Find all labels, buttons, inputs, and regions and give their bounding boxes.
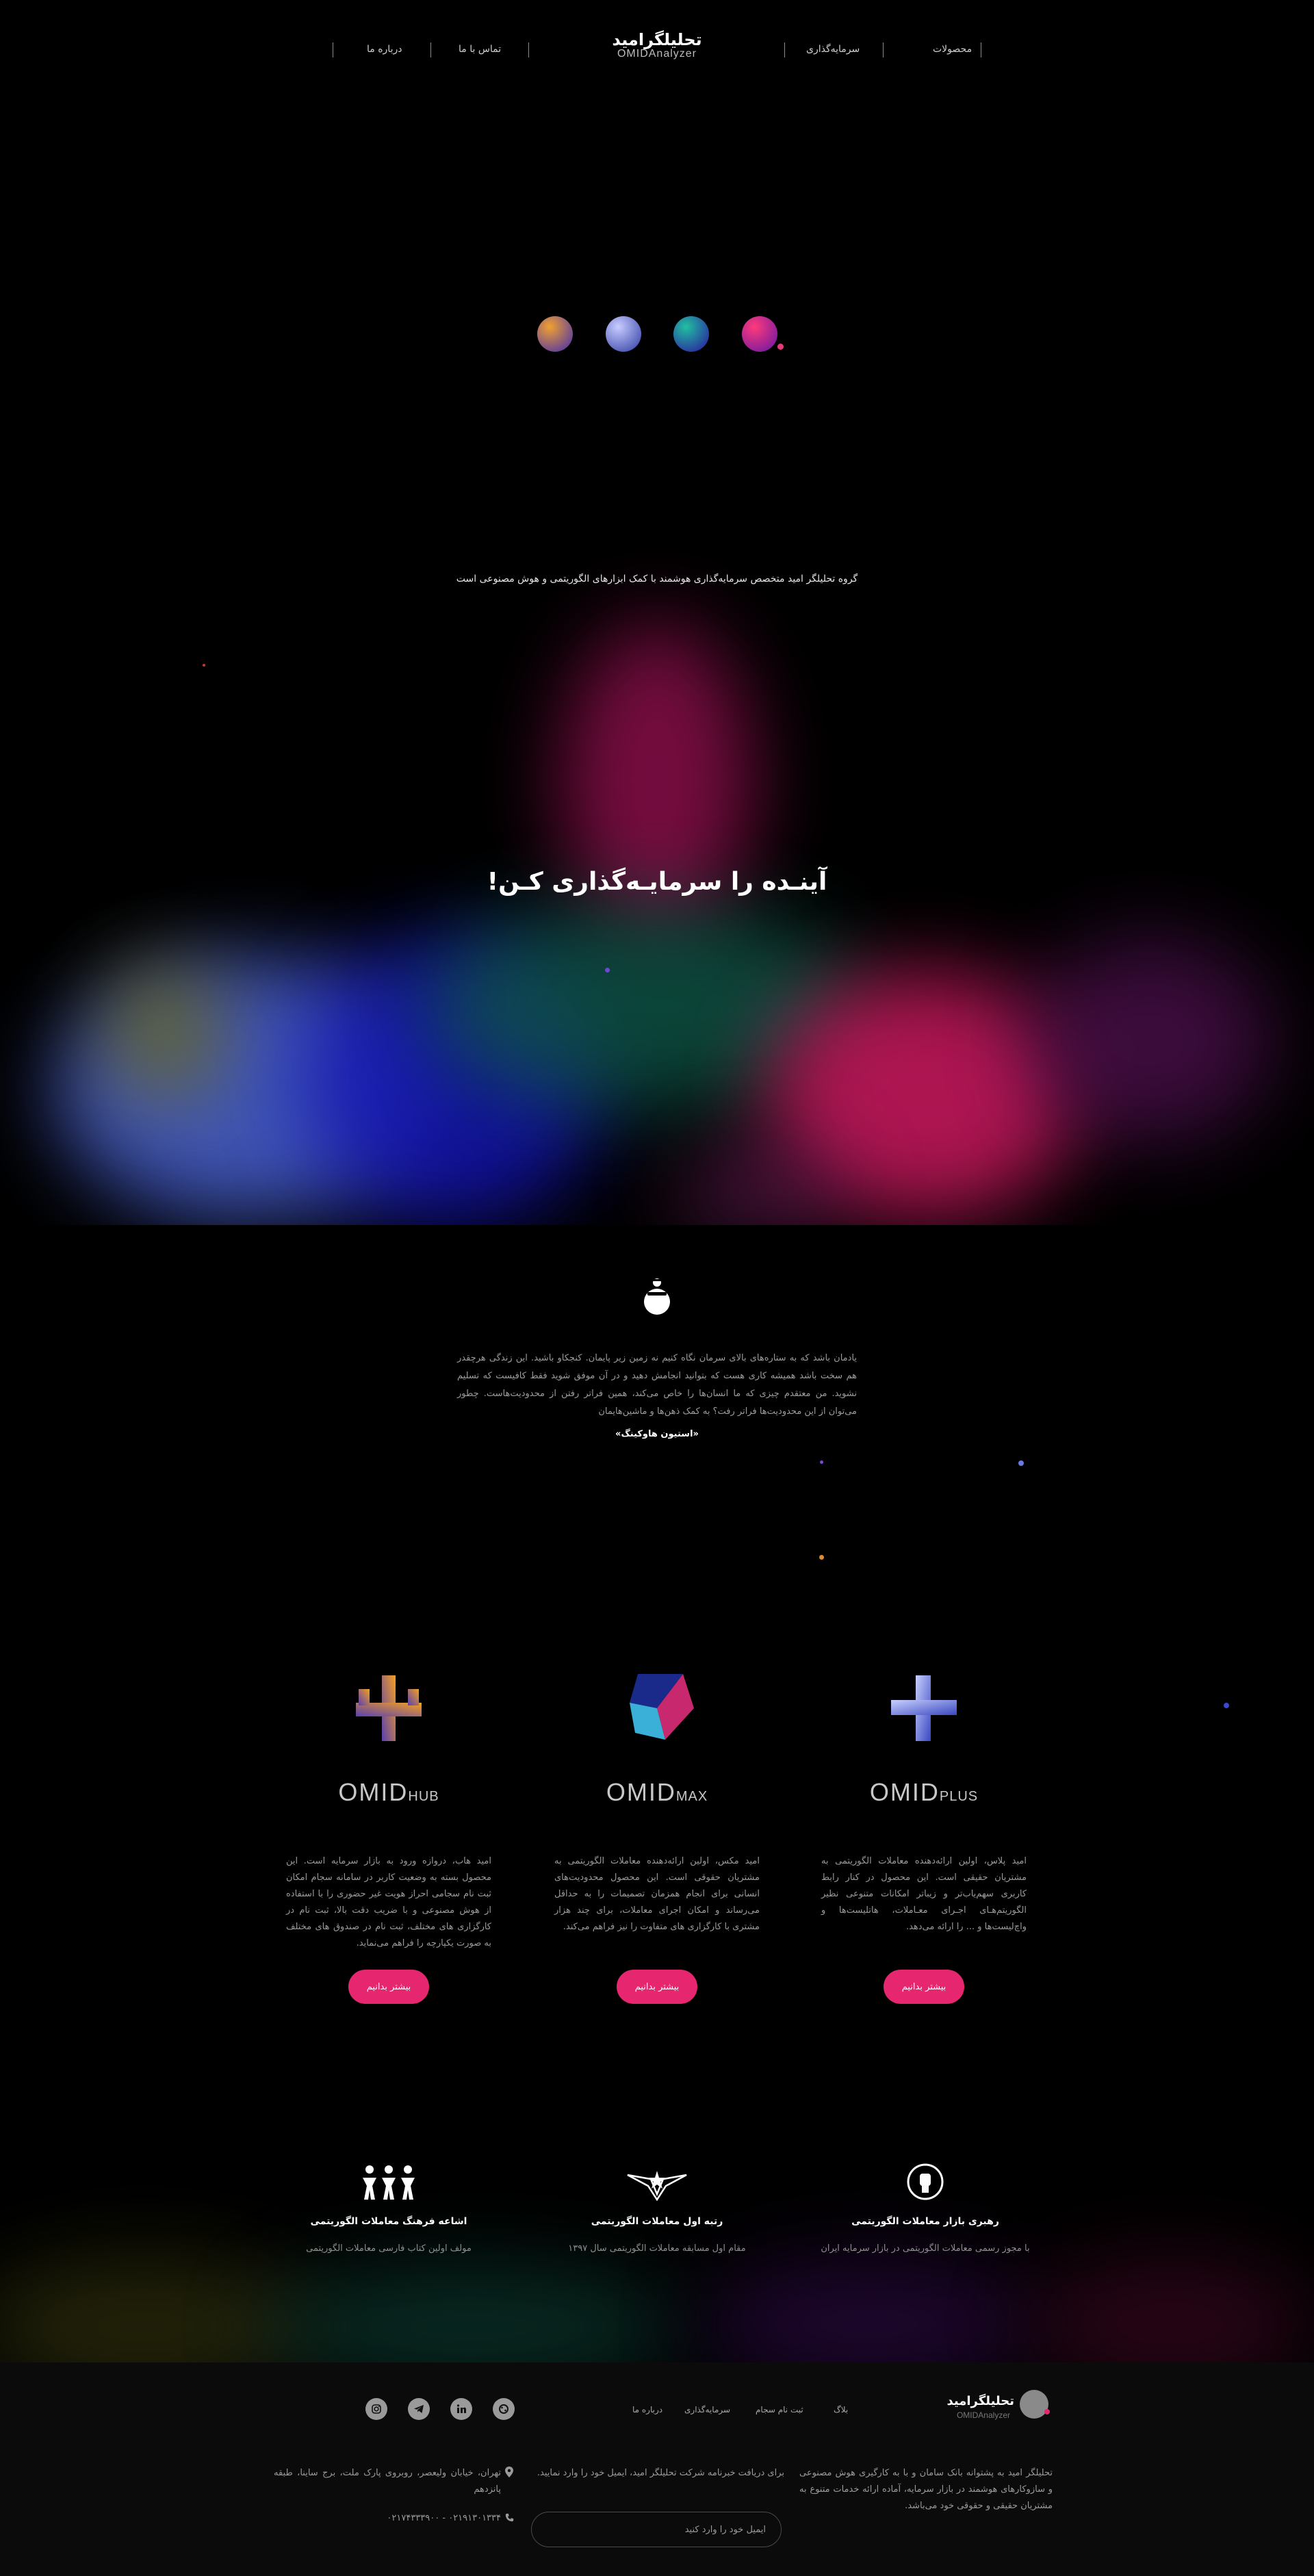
brand-name-en: OMIDAnalyzer [617,48,697,60]
hero-subtitle: گروه تحلیلگر امید متخصص سرمایه‌گذاری هوش… [456,574,858,584]
orb-teal [673,316,709,352]
achievement-description: مولف اولین کتاب فارسی معاملات الگوریتمی [306,2243,472,2254]
product-description: امید پلاس، اولین ارائه‌دهنده معاملات الگ… [821,1856,1027,1932]
star-dot [605,968,610,973]
achievement-description: مقام اول مسابقه معاملات الگوریتمی سال ۱۳… [568,2243,746,2254]
orb-pink [742,316,777,352]
hero-title: آینـده را سرمایـه‌گذاری کـن! [487,868,827,896]
footer-logo-dot [1044,2409,1050,2414]
nav-divider [784,42,785,57]
star-dot [820,1460,823,1464]
product-description: امید هاب، دروازه ورود به بازار سرمایه اس… [286,1856,491,1948]
hero-glow-purple [1027,938,1273,1143]
astronaut-icon [644,1278,670,1315]
omid-hub-logo-icon [356,1675,422,1741]
footer-newsletter-text: برای دریافت خبرنامه شرکت تحلیلگر امید، ا… [537,2468,784,2478]
nav-contact[interactable]: تماس با ما [459,44,501,55]
brand-logo[interactable]: تحلیلگرامید OMIDAnalyzer [589,30,725,60]
achievement-title: رتبه اول معاملات الگوریتمی [591,2216,723,2227]
hero-glow-olive [103,965,226,1102]
achievement-description: با مجوز رسمی معاملات الگوریتمی در بازار … [821,2243,1030,2254]
orb-pink-dot [777,344,784,350]
omid-max-logo-icon [630,1674,694,1740]
footer-about-text: تحلیلگر امید به پشتوانه بانک سامان و با … [799,2468,1053,2511]
achievement-title: رهبری بازار معاملات الگوریتمی [851,2216,999,2227]
footer-link-blog[interactable]: بلاگ [834,2405,848,2414]
orb-orange [537,316,573,352]
star-dot [819,1555,824,1560]
product-name: OMIDHUB [338,1778,439,1806]
product-description: امید مکس، اولین ارائه‌دهنده معاملات الگو… [554,1856,760,1932]
people-group-icon [363,2165,415,2200]
achievement-title: اشاعه فرهنگ معاملات الگوریتمی [310,2216,467,2227]
star-dot [203,664,205,667]
nav-divider [528,42,529,57]
footer-address: تهران، خیابان ولیعصر، روبروی پارک ملت، ب… [274,2468,501,2495]
footer-link-about[interactable]: درباره ما [632,2405,662,2414]
telegram-icon[interactable] [408,2398,430,2420]
nav-about[interactable]: درباره ما [367,44,402,55]
footer-brand-en: OMIDAnalyzer [956,2410,1010,2420]
site-footer: تحلیلگرامید OMIDAnalyzer بلاگ ثبت نام سج… [0,2362,1314,2576]
fist-badge-icon [907,2163,944,2200]
learn-more-button[interactable]: بیشتر بدانیم [884,1970,964,2004]
quote-author: «استیون هاوکینگ» [615,1429,699,1439]
nav-products[interactable]: محصولات [933,44,972,55]
learn-more-button[interactable]: بیشتر بدانیم [617,1970,697,2004]
nav-divider [883,42,884,57]
product-name: OMIDPLUS [869,1778,979,1806]
newsletter-email-input[interactable] [531,2512,782,2547]
nav-investment[interactable]: سرمایه‌گذاری [806,44,860,55]
aparat-icon[interactable] [493,2398,515,2420]
omid-plus-logo-icon [891,1675,957,1741]
product-name: OMIDMAX [606,1778,708,1806]
instagram-icon[interactable] [365,2398,387,2420]
brand-name-fa: تحلیلگرامید [612,30,702,49]
orb-lavender [606,316,641,352]
achievement-culture: اشاعه فرهنگ معاملات الگوریتمی مولف اولین… [279,2163,498,2254]
footer-phone: ۰۲۱۹۱۳۰۱۳۳۴ - ۰۲۱۷۴۳۳۳۹۰۰ [387,2513,501,2523]
star-dot [1018,1460,1024,1466]
achievement-rank: رتبه اول معاملات الگوریتمی مقام اول مساب… [548,2163,766,2254]
winged-star-icon [627,2171,687,2201]
learn-more-button[interactable]: بیشتر بدانیم [348,1970,429,2004]
nav-divider [430,42,431,57]
achievement-leadership: رهبری بازار معاملات الگوریتمی با مجوز رس… [816,2163,1035,2254]
star-dot [1224,1703,1229,1708]
quote-text: یادمان باشد که به ستاره‌های بالای سرمان … [457,1353,857,1417]
footer-brand-fa: تحلیلگرامید [946,2394,1015,2408]
hero-section: گروه تحلیلگر امید متخصص سرمایه‌گذاری هوش… [0,103,1314,1225]
footer-link-sejam[interactable]: ثبت نام سجام [756,2405,803,2414]
footer-logo-icon [1020,2390,1048,2419]
footer-link-investment[interactable]: سرمایه‌گذاری [684,2405,730,2414]
linkedin-icon[interactable] [450,2398,472,2420]
site-header: محصولات سرمایه‌گذاری تحلیلگرامید OMIDAna… [0,0,1314,103]
